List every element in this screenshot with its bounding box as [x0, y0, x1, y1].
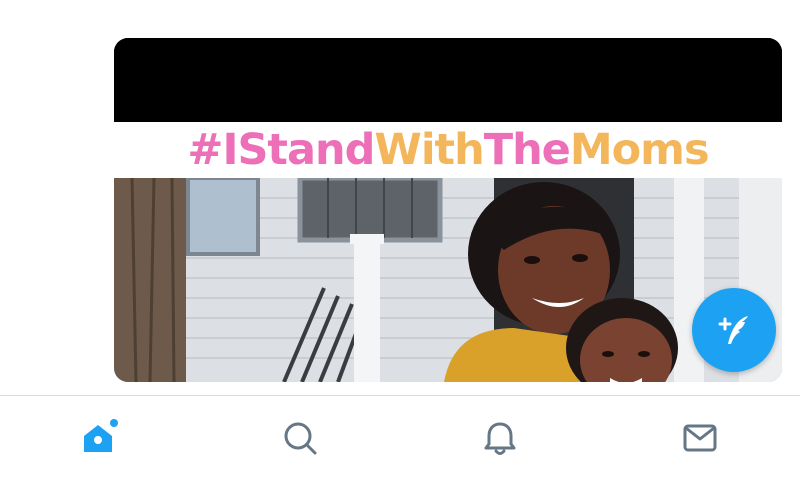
- compose-tweet-button[interactable]: [692, 288, 776, 372]
- search-icon: [284, 422, 317, 455]
- compose-tweet-icon: [718, 316, 748, 344]
- bottom-tab-bar: [0, 395, 800, 480]
- bell-icon: [484, 422, 516, 455]
- photo-illustration: [114, 178, 782, 382]
- tab-notifications[interactable]: [478, 416, 522, 460]
- hashtag-part-3: The: [483, 124, 571, 175]
- tab-search[interactable]: [278, 416, 322, 460]
- mail-icon: [683, 424, 717, 452]
- media-hashtag-banner: #IStandWithTheMoms: [114, 122, 782, 178]
- timeline-screen: #IStandWithTheMoms: [0, 0, 800, 480]
- media-photo: [114, 178, 782, 382]
- tweet-media-image[interactable]: #IStandWithTheMoms: [114, 38, 782, 382]
- hashtag-text: #IStandWithTheMoms: [187, 128, 709, 172]
- media-black-bar: [114, 38, 782, 122]
- new-tweets-dot: [110, 419, 118, 427]
- home-icon: [84, 419, 118, 452]
- tab-home[interactable]: [78, 416, 122, 460]
- tab-messages[interactable]: [678, 416, 722, 460]
- hashtag-part-4: Moms: [569, 124, 710, 175]
- hashtag-part-1: #IStand: [187, 124, 375, 175]
- hashtag-part-2: With: [374, 124, 484, 175]
